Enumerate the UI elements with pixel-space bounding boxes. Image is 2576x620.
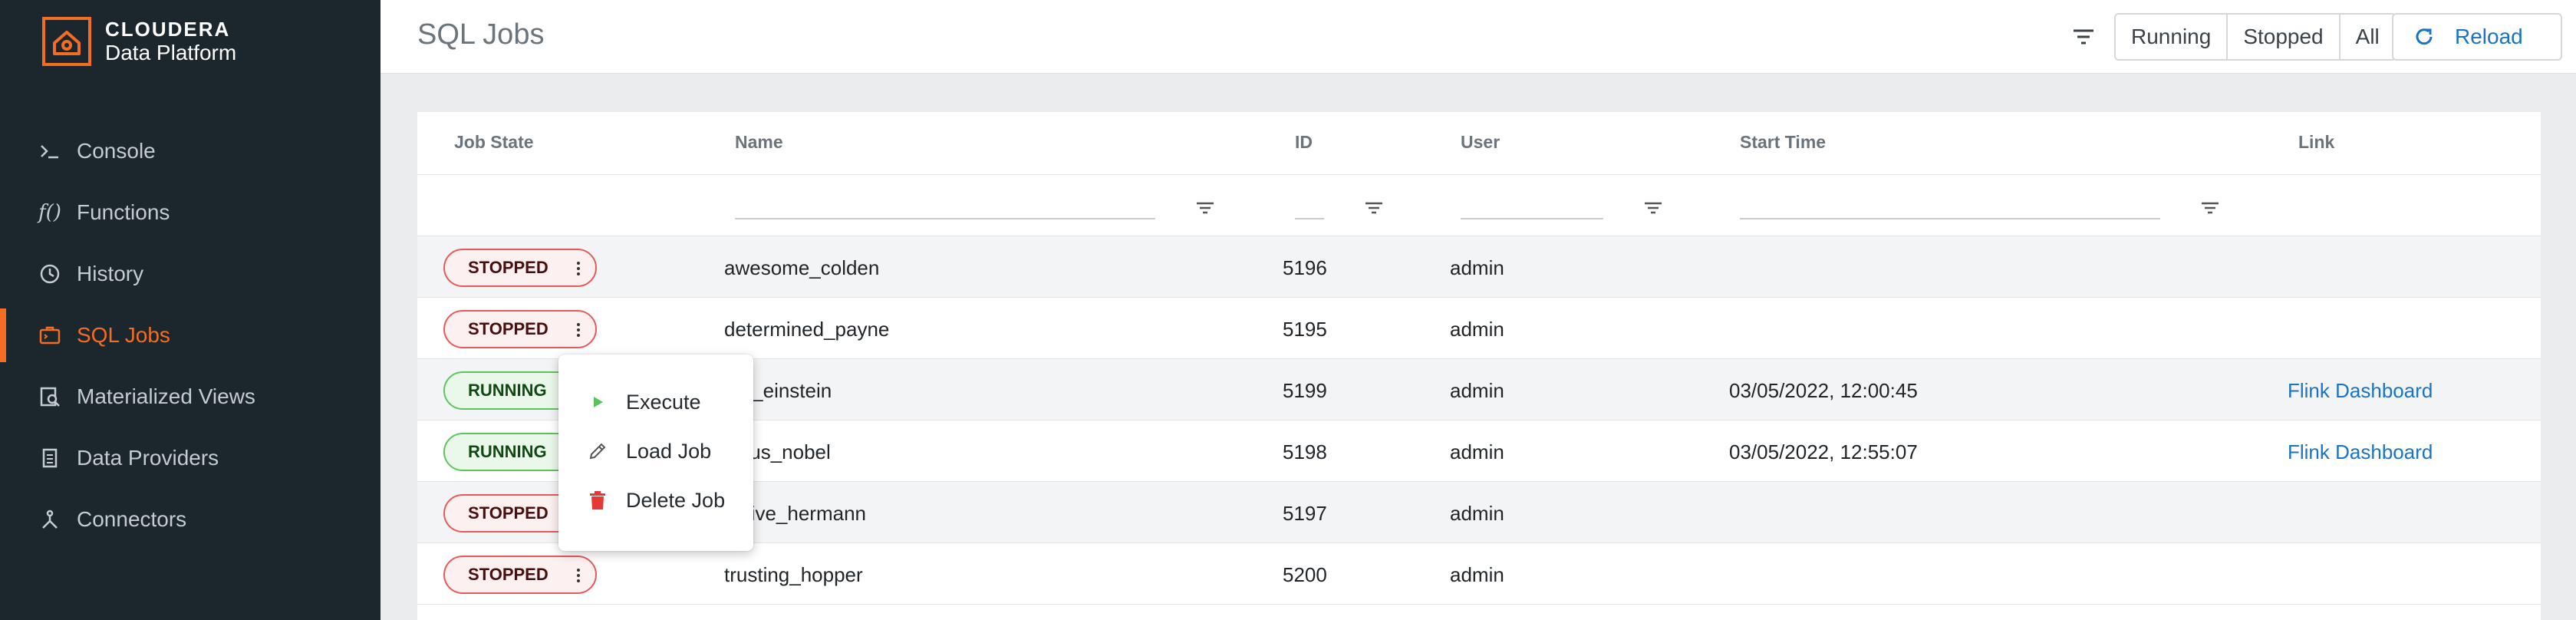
terminal-icon (37, 138, 63, 164)
state-filter-group: Running Stopped All (2114, 13, 2396, 61)
sidebar: CLOUDERA Data Platform Console f() Funct… (0, 0, 380, 620)
job-user: admin (1450, 440, 1504, 463)
history-icon (37, 261, 63, 287)
job-state-label: STOPPED (468, 565, 548, 584)
brand[interactable]: CLOUDERA Data Platform (42, 15, 236, 68)
job-state-badge[interactable]: STOPPED (443, 556, 597, 594)
job-state-badge[interactable]: STOPPED (443, 249, 597, 287)
id-filter-input[interactable] (1295, 195, 1324, 219)
sidebar-item-functions[interactable]: f() Functions (0, 186, 380, 239)
filter-all-button[interactable]: All (2340, 15, 2395, 59)
data-providers-icon (37, 445, 63, 471)
job-user: admin (1450, 563, 1504, 586)
menu-item-label: Load Job (626, 439, 712, 463)
more-vert-icon[interactable] (571, 260, 586, 277)
id-filter-icon[interactable] (1362, 196, 1385, 219)
table-row[interactable]: STOPPED trusting_hopper 5200 admin (417, 543, 2541, 605)
name-filter-icon[interactable] (1194, 196, 1217, 219)
sidebar-item-data-providers[interactable]: Data Providers (0, 431, 380, 485)
more-vert-icon[interactable] (571, 567, 586, 584)
sidebar-item-label: Connectors (77, 507, 187, 531)
menu-item-execute[interactable]: Execute (558, 378, 753, 427)
job-state-badge[interactable]: STOPPED (443, 310, 597, 348)
menu-item-delete-job[interactable]: Delete Job (558, 476, 753, 525)
job-id: 5200 (1283, 563, 1327, 586)
job-start-time: 03/05/2022, 12:55:07 (1729, 440, 1918, 463)
job-user: admin (1450, 502, 1504, 525)
connectors-icon (37, 506, 63, 533)
sidebar-item-label: Functions (77, 200, 170, 224)
filter-toggle-button[interactable] (2068, 21, 2099, 52)
job-id: 5199 (1283, 379, 1327, 402)
filter-stopped-button[interactable]: Stopped (2228, 15, 2340, 59)
job-state-label: RUNNING (468, 381, 547, 400)
materialized-views-icon (37, 384, 63, 410)
reload-label: Reload (2455, 25, 2523, 48)
job-name: trusting_hopper (724, 563, 863, 586)
flink-dashboard-link[interactable]: Flink Dashboard (2288, 379, 2433, 403)
menu-item-load-job[interactable]: Load Job (558, 427, 753, 476)
job-state-label: RUNNING (468, 442, 547, 461)
job-name: awesome_colden (724, 256, 880, 279)
table-row[interactable]: STOPPED determined_payne 5195 admin (417, 298, 2541, 359)
job-user: admin (1450, 379, 1504, 402)
job-state-label: STOPPED (468, 503, 548, 523)
start-time-filter-input[interactable] (1740, 195, 2160, 219)
sql-jobs-icon (37, 322, 63, 348)
column-header-user[interactable]: User (1461, 132, 1500, 153)
sidebar-item-label: Materialized Views (77, 384, 255, 408)
top-bar: SQL Jobs Running Stopped All Reload (380, 0, 2576, 74)
sidebar-item-label: Data Providers (77, 446, 219, 470)
sidebar-item-label: History (77, 262, 144, 285)
job-state-label: STOPPED (468, 258, 548, 277)
play-icon (586, 391, 609, 414)
brand-product: Data Platform (105, 41, 237, 64)
reload-button[interactable]: Reload (2392, 13, 2562, 61)
page-title: SQL Jobs (417, 18, 545, 51)
column-header-link[interactable]: Link (2298, 132, 2334, 153)
column-header-name[interactable]: Name (735, 132, 783, 153)
sidebar-item-connectors[interactable]: Connectors (0, 493, 380, 546)
column-header-start-time[interactable]: Start Time (1740, 132, 1826, 153)
job-id: 5195 (1283, 318, 1327, 341)
sidebar-item-sql-jobs[interactable]: SQL Jobs (0, 308, 380, 362)
job-id: 5197 (1283, 502, 1327, 525)
job-state-label: STOPPED (468, 319, 548, 338)
flink-dashboard-link[interactable]: Flink Dashboard (2288, 440, 2433, 464)
function-icon: f() (38, 201, 61, 224)
filter-running-button[interactable]: Running (2116, 15, 2228, 59)
sidebar-item-materialized-views[interactable]: Materialized Views (0, 370, 380, 424)
job-user: admin (1450, 256, 1504, 279)
job-name: determined_payne (724, 318, 890, 341)
filter-icon (2074, 29, 2093, 45)
table-header: Job State Name ID User Start Time Link (417, 112, 2541, 175)
job-id: 5198 (1283, 440, 1327, 463)
column-header-id[interactable]: ID (1295, 132, 1313, 153)
pencil-icon (586, 440, 609, 463)
table-row[interactable]: STOPPED awesome_colden 5196 admin (417, 236, 2541, 298)
menu-item-label: Execute (626, 390, 701, 414)
column-header-job-state[interactable]: Job State (454, 132, 534, 153)
reload-icon (2416, 28, 2433, 45)
trash-icon (586, 489, 609, 512)
sidebar-item-console[interactable]: Console (0, 124, 380, 178)
user-filter-icon[interactable] (1642, 196, 1665, 219)
sidebar-item-label: Console (77, 139, 156, 163)
brand-name: CLOUDERA (105, 18, 231, 41)
job-id: 5196 (1283, 256, 1327, 279)
job-start-time: 03/05/2022, 12:00:45 (1729, 379, 1918, 402)
menu-item-label: Delete Job (626, 488, 726, 512)
column-filter-row (417, 175, 2541, 236)
name-filter-input[interactable] (735, 195, 1155, 219)
more-vert-icon[interactable] (571, 322, 586, 338)
start-time-filter-icon[interactable] (2199, 196, 2222, 219)
sidebar-item-label: SQL Jobs (77, 323, 170, 347)
cloudera-logo-icon (42, 17, 91, 66)
job-user: admin (1450, 318, 1504, 341)
user-filter-input[interactable] (1461, 195, 1603, 219)
sidebar-item-history[interactable]: History (0, 247, 380, 301)
job-context-menu: Execute Load Job Delete Job (558, 355, 753, 551)
